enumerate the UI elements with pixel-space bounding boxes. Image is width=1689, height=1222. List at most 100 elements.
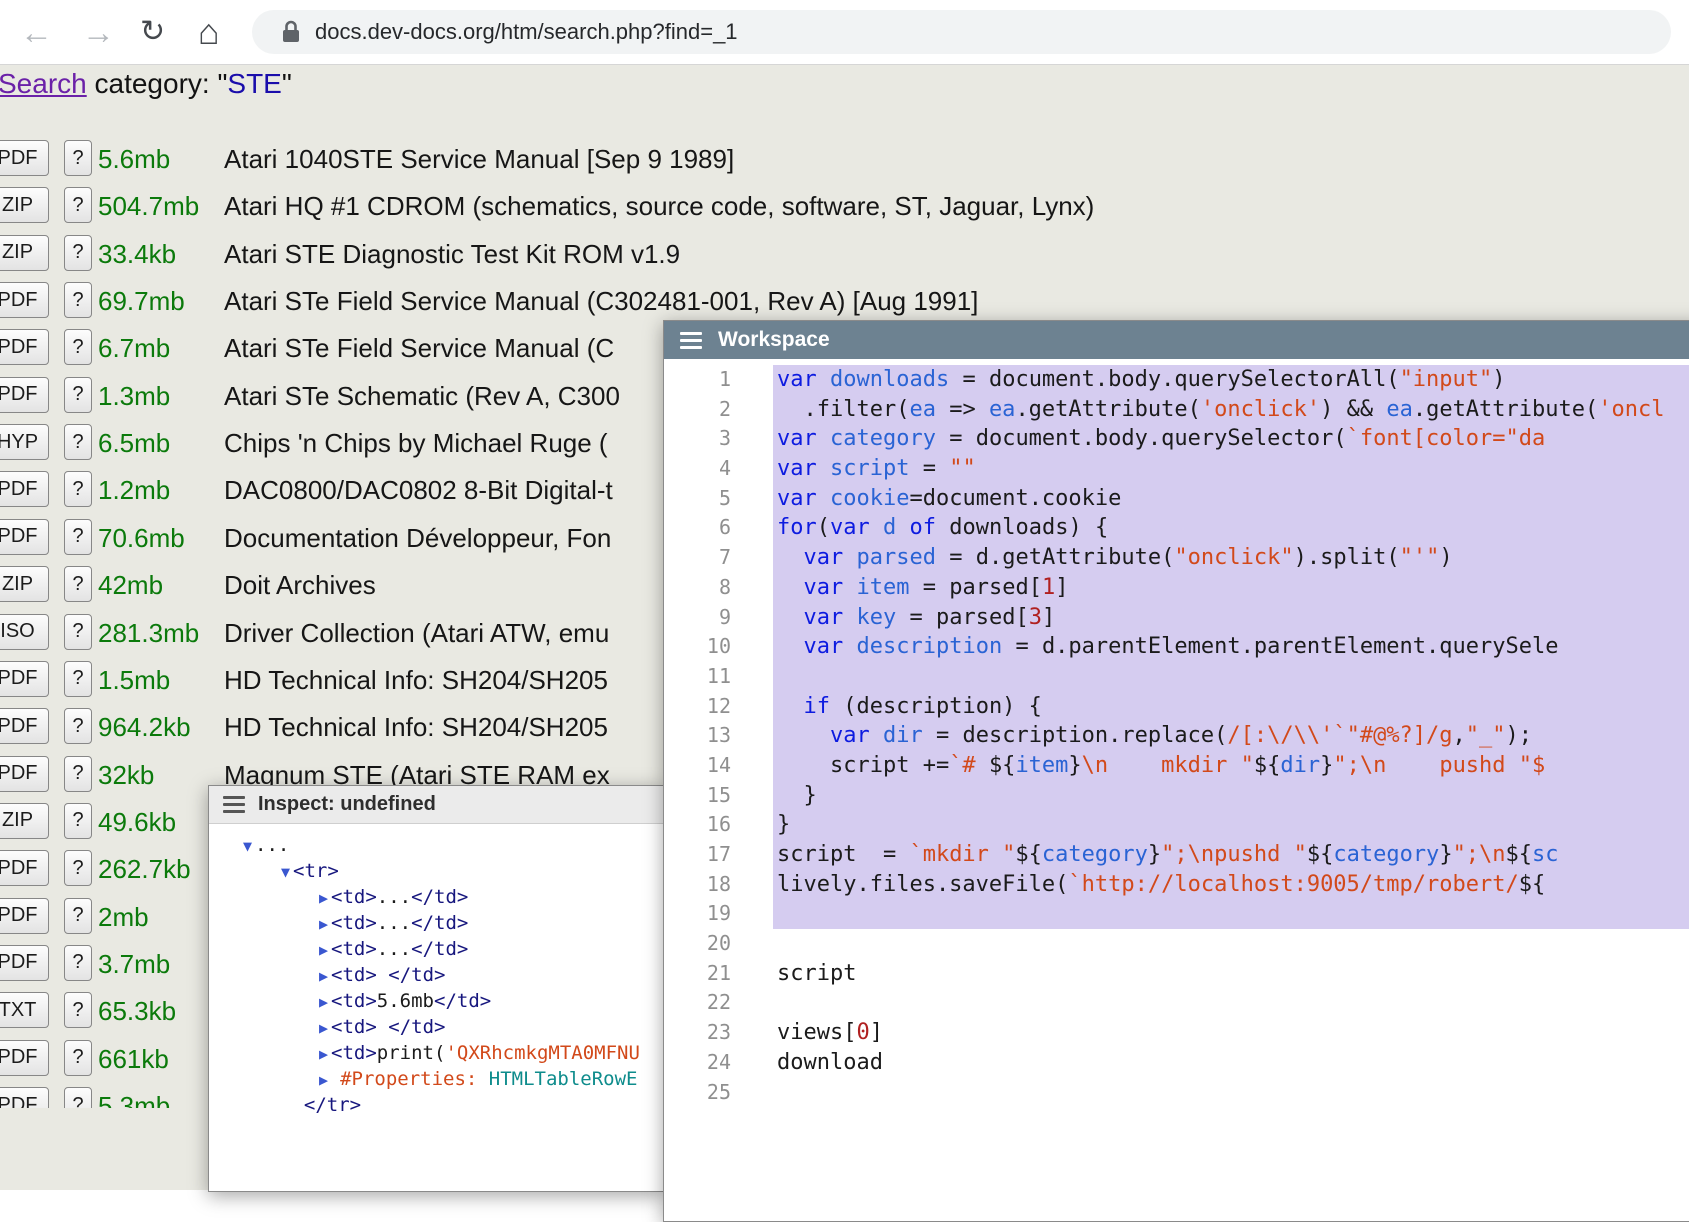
menu-icon[interactable] [223,796,245,813]
address-bar[interactable]: docs.dev-docs.org/htm/search.php?find=_1 [252,10,1671,54]
help-button[interactable]: ? [64,140,92,176]
file-title[interactable]: HD Technical Info: SH204/SH205 [224,712,608,743]
file-title[interactable]: Driver Collection (Atari ATW, emu [224,618,609,649]
help-button[interactable]: ? [64,329,92,365]
code-line[interactable]: script [773,959,1689,989]
tree-row[interactable]: ▶<td>5.6mb</td> [209,988,664,1014]
code-line[interactable] [773,929,1689,959]
code-line[interactable]: if (description) { [773,692,1689,722]
help-button[interactable]: ? [64,756,92,792]
tree-row[interactable]: ▶<td> </td> [209,962,664,988]
tree-row[interactable]: ▶<td> </td> [209,1014,664,1040]
tree-row[interactable]: ▶<td>print('QXRhcmkgMTA0MFNU [209,1040,664,1066]
help-button[interactable]: ? [64,471,92,507]
file-type-button[interactable]: HYP [0,424,49,460]
help-button[interactable]: ? [64,1087,92,1108]
tree-row[interactable]: ▼... [209,832,664,858]
file-title[interactable]: Doit Archives [224,570,376,601]
file-type-button[interactable]: PDF [0,329,49,365]
help-button[interactable]: ? [64,377,92,413]
file-type-button[interactable]: PDF [0,661,49,697]
code-editor[interactable]: 1234567891011121314151617181920212223242… [664,359,1689,1221]
file-type-button[interactable]: ZIP [0,187,49,223]
tree-row[interactable]: ▶<td>...</td> [209,936,664,962]
workspace-titlebar[interactable]: Workspace [664,321,1689,359]
help-button[interactable]: ? [64,661,92,697]
tree-toggle-icon[interactable]: ▶ [319,1045,331,1063]
tree-toggle-icon[interactable]: ▶ [319,1019,331,1037]
tree-row[interactable]: ▼<tr> [209,858,664,884]
tree-toggle-icon[interactable]: ▼ [243,837,255,855]
tree-row[interactable]: ▶<td>...</td> [209,910,664,936]
file-title[interactable]: Atari STe Field Service Manual (C302481-… [224,286,978,317]
code-line[interactable]: download [773,1048,1689,1078]
code-line[interactable]: var cookie=document.cookie [773,484,1689,514]
code-line[interactable]: var script = "" [773,454,1689,484]
tree-toggle-icon[interactable]: ▶ [319,889,331,907]
file-type-button[interactable]: PDF [0,519,49,555]
tree-toggle-icon[interactable]: ▶ [319,1071,340,1089]
file-title[interactable]: Atari STe Schematic (Rev A, C300 [224,381,620,412]
code-line[interactable] [773,1078,1689,1108]
inspector-titlebar[interactable]: Inspect: undefined [209,786,664,824]
code-line[interactable]: } [773,781,1689,811]
help-button[interactable]: ? [64,708,92,744]
code-line[interactable]: var parsed = d.getAttribute("onclick").s… [773,543,1689,573]
tree-toggle-icon[interactable]: ▶ [319,915,331,933]
help-button[interactable]: ? [64,566,92,602]
code-lines[interactable]: var downloads = document.body.querySelec… [773,365,1689,1107]
file-type-button[interactable]: PDF [0,1087,49,1108]
code-line[interactable]: lively.files.saveFile(`http://localhost:… [773,870,1689,900]
refresh-button[interactable]: ↻ [140,17,165,47]
code-line[interactable]: script = `mkdir "${category}";\npushd "$… [773,840,1689,870]
code-line[interactable]: for(var d of downloads) { [773,513,1689,543]
code-line[interactable]: var item = parsed[1] [773,573,1689,603]
file-title[interactable]: Atari HQ #1 CDROM (schematics, source co… [224,191,1094,222]
code-line[interactable]: } [773,810,1689,840]
tree-toggle-icon[interactable]: ▶ [319,993,331,1011]
tree-row[interactable]: </tr> [209,1092,664,1118]
tree-toggle-icon[interactable]: ▶ [319,967,331,985]
forward-button[interactable]: → [82,16,115,49]
code-line[interactable]: script +=`# ${item}\n mkdir "${dir}";\n … [773,751,1689,781]
code-line[interactable]: var category = document.body.querySelect… [773,424,1689,454]
help-button[interactable]: ? [64,803,92,839]
home-button[interactable]: ⌂ [198,14,220,50]
file-type-button[interactable]: ISO [0,614,49,650]
code-line[interactable]: var description = d.parentElement.parent… [773,632,1689,662]
file-type-button[interactable]: PDF [0,471,49,507]
file-title[interactable]: DAC0800/DAC0802 8-Bit Digital-t [224,475,613,506]
help-button[interactable]: ? [64,614,92,650]
tree-toggle-icon[interactable]: ▼ [281,863,293,881]
file-type-button[interactable]: PDF [0,945,49,981]
help-button[interactable]: ? [64,850,92,886]
tree-row[interactable]: ▶<td>...</td> [209,884,664,910]
help-button[interactable]: ? [64,1040,92,1076]
file-type-button[interactable]: PDF [0,898,49,934]
help-button[interactable]: ? [64,945,92,981]
back-button[interactable]: ← [20,16,53,49]
file-type-button[interactable]: PDF [0,282,49,318]
file-title[interactable]: Atari STE Diagnostic Test Kit ROM v1.9 [224,239,680,270]
file-title[interactable]: Atari 1040STE Service Manual [Sep 9 1989… [224,144,734,175]
file-type-button[interactable]: PDF [0,850,49,886]
file-type-button[interactable]: PDF [0,756,49,792]
help-button[interactable]: ? [64,898,92,934]
code-line[interactable] [773,899,1689,929]
code-line[interactable]: var downloads = document.body.querySelec… [773,365,1689,395]
file-title[interactable]: HD Technical Info: SH204/SH205 [224,665,608,696]
file-type-button[interactable]: TXT [0,992,49,1028]
tree-toggle-icon[interactable]: ▶ [319,941,331,959]
file-title[interactable]: Atari STe Field Service Manual (C [224,333,614,364]
menu-icon[interactable] [680,332,702,349]
help-button[interactable]: ? [64,282,92,318]
code-line[interactable]: var key = parsed[3] [773,603,1689,633]
file-type-button[interactable]: ZIP [0,235,49,271]
file-type-button[interactable]: ZIP [0,803,49,839]
file-type-button[interactable]: PDF [0,140,49,176]
file-type-button[interactable]: PDF [0,377,49,413]
code-line[interactable]: views[0] [773,1018,1689,1048]
tree-row[interactable]: ▶ #Properties: HTMLTableRowE [209,1066,664,1092]
file-type-button[interactable]: PDF [0,1040,49,1076]
code-line[interactable] [773,988,1689,1018]
